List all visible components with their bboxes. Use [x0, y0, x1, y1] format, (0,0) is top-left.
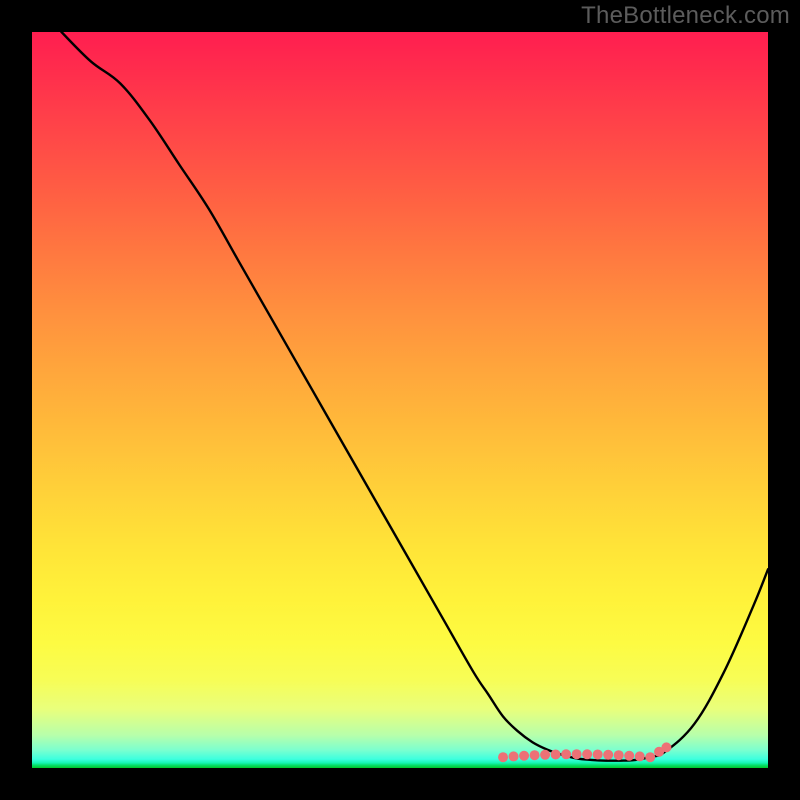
- bottleneck-curve-path: [61, 32, 768, 761]
- valley-marker-dot: [519, 751, 529, 761]
- valley-marker-dot: [572, 749, 582, 759]
- valley-marker-dot: [624, 751, 634, 761]
- plot-area: [32, 32, 768, 768]
- valley-marker-dot: [498, 752, 508, 762]
- valley-marker-dot: [635, 751, 645, 761]
- valley-marker-dot: [661, 742, 671, 752]
- chart-frame: TheBottleneck.com: [0, 0, 800, 800]
- valley-marker-dot: [603, 750, 613, 760]
- valley-marker-dot: [582, 749, 592, 759]
- valley-marker-dot: [561, 749, 571, 759]
- valley-marker-dot: [593, 749, 603, 759]
- valley-marker-dot: [530, 750, 540, 760]
- valley-marker-dot: [645, 752, 655, 762]
- valley-marker-dot: [614, 750, 624, 760]
- valley-marker-dot: [509, 751, 519, 761]
- curve-svg: [32, 32, 768, 768]
- watermark-text: TheBottleneck.com: [581, 2, 790, 30]
- valley-marker-dot: [551, 749, 561, 759]
- valley-marker-dot: [540, 750, 550, 760]
